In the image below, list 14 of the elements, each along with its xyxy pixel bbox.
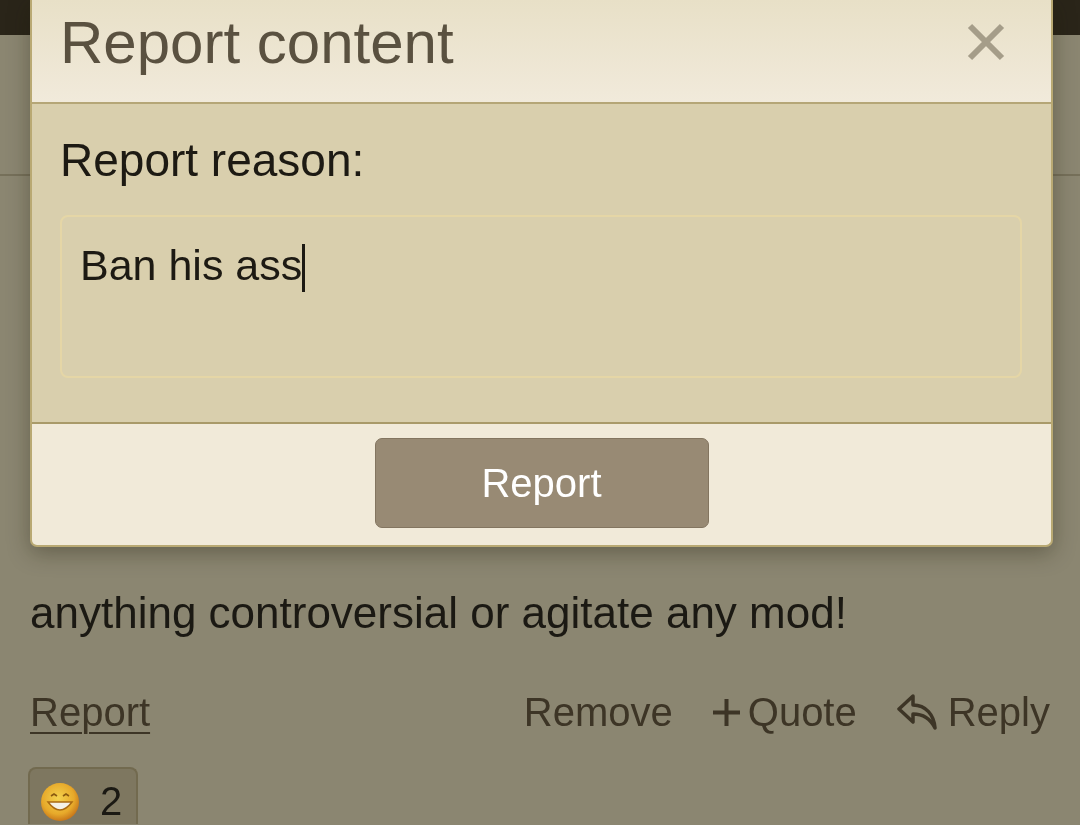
reply-link[interactable]: Reply <box>896 688 1050 736</box>
quote-link[interactable]: Quote <box>712 688 857 736</box>
reaction-button[interactable]: 2 <box>28 767 139 824</box>
reason-field[interactable]: Ban his ass <box>60 215 1022 378</box>
plus-icon <box>712 698 740 726</box>
post-text: anything controversial or agitate any mod! <box>30 587 848 639</box>
report-button[interactable]: Report <box>374 438 709 528</box>
dialog-title: Report content <box>60 7 454 77</box>
close-icon <box>967 23 1005 61</box>
close-button[interactable] <box>967 23 1005 61</box>
grin-emoji-icon <box>40 781 80 822</box>
remove-link[interactable]: Remove <box>523 688 673 736</box>
reply-arrow-icon <box>896 694 937 730</box>
report-link[interactable]: Report <box>30 688 151 736</box>
